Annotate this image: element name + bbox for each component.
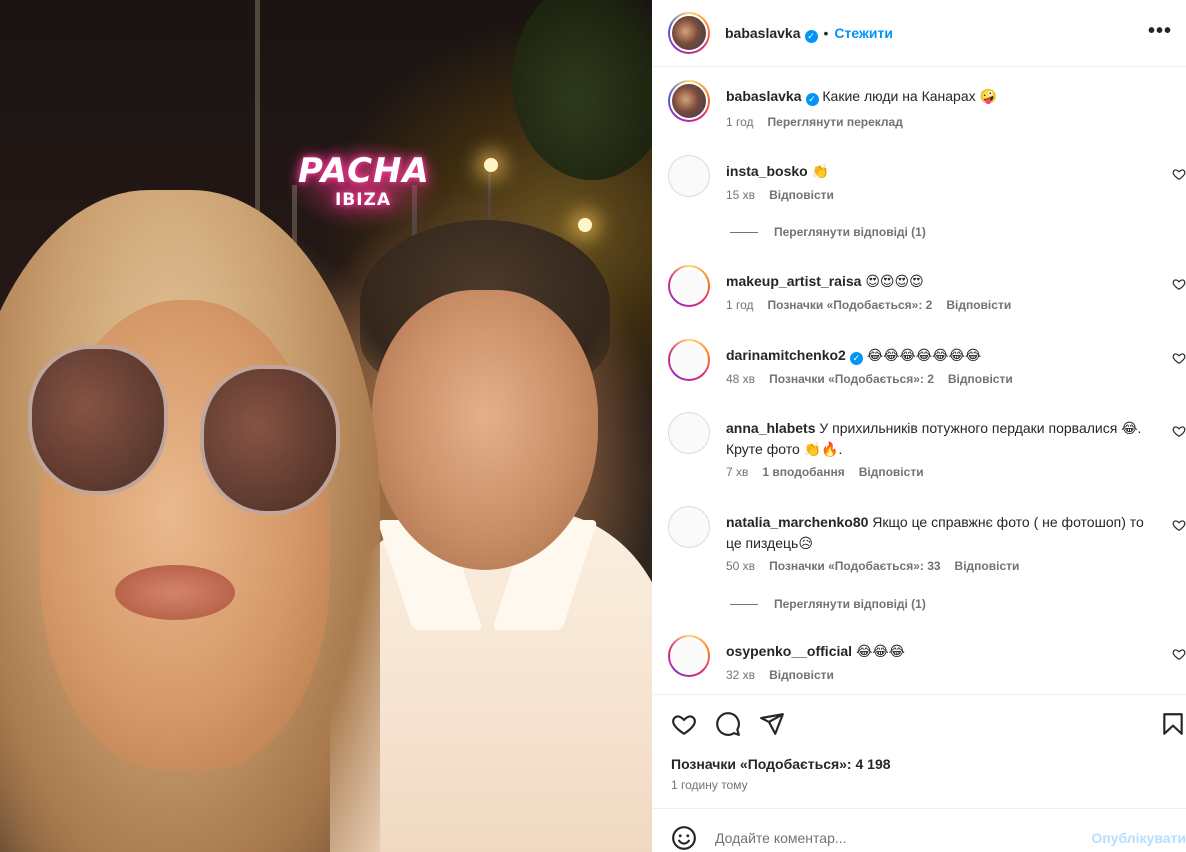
reply-button[interactable]: Відповісти [955,559,1020,573]
separator-dot: • [823,25,829,41]
post-time: 1 годину тому [671,778,748,792]
man-face [372,290,598,570]
like-heart-icon[interactable] [671,711,697,737]
author-username[interactable]: babaslavka [725,25,801,41]
see-translation-link[interactable]: Переглянути переклад [768,115,903,129]
comment-username[interactable]: osypenko__official [726,643,852,659]
comment-username[interactable]: makeup_artist_raisa [726,273,861,289]
comment-meta: 15 хв Відповісти [726,188,848,202]
comment-meta: 48 хв Позначки «Подобається»: 2 Відповісти [726,372,1027,386]
author-line: babaslavka ✓ • Стежити [725,25,893,43]
street-lamp [578,218,592,232]
comment-time: 48 хв [726,372,756,386]
comment-likes-count[interactable]: Позначки «Подобається»: 2 [769,372,934,386]
comment-like-heart-icon[interactable] [1172,518,1186,532]
comment-body: natalia_marchenko80 Якщо це справжнє фот… [726,512,1162,554]
comment-body: makeup_artist_raisa 😍😍😍😍 [726,271,1162,292]
replies-divider [730,232,758,234]
comment-meta: 50 хв Позначки «Подобається»: 33 Відповіст… [726,559,1033,573]
view-replies-button[interactable]: Переглянути відповіді (1) [730,597,926,611]
comment-like-heart-icon[interactable] [1172,424,1186,438]
comment-bubble-icon[interactable] [715,711,741,737]
street-lamp [484,158,498,172]
commenter-avatar[interactable] [668,635,710,677]
comment-meta: 32 хв Відповісти [726,668,848,682]
comment-time: 7 хв [726,465,749,479]
comment-text: 😂😂😂 [855,643,906,659]
comment-time: 15 хв [726,188,756,202]
verified-badge-icon: ✓ [804,30,818,43]
tree-silhouette [512,0,652,180]
verified-badge-icon: ✓ [849,352,863,365]
reply-button[interactable]: Відповісти [859,465,924,479]
save-bookmark-icon[interactable] [1160,711,1186,737]
view-replies-label: Переглянути відповіді (1) [774,597,926,611]
comment-likes-count[interactable]: Позначки «Подобається»: 33 [769,559,940,573]
comment-body: anna_hlabets У прихильників потужного пе… [726,418,1162,460]
comment-text: 😍😍😍😍 [865,273,924,289]
comment-likes-count[interactable]: Позначки «Подобається»: 2 [768,298,933,312]
street-pole [255,0,260,220]
comment-body: insta_bosko 👏 [726,161,1162,182]
caption-time: 1 год [726,115,754,129]
comments-list[interactable]: babaslavka ✓ Какие люди на Канарах 🤪 1 го… [652,68,1186,694]
neon-sign-line2: IBIZA [334,190,392,210]
lamp-pole [488,168,491,223]
comment-likes-count[interactable]: 1 вподобання [762,465,844,479]
commenter-avatar[interactable] [668,506,710,548]
author-avatar[interactable] [668,80,710,122]
view-replies-label: Переглянути відповіді (1) [774,225,926,239]
share-paper-plane-icon[interactable] [759,711,785,737]
woman-lips [115,565,235,620]
post-actions: Позначки «Подобається»: 4 198 1 годину т… [652,694,1186,808]
commenter-avatar[interactable] [668,265,710,307]
commenter-avatar[interactable] [668,412,710,454]
reply-button[interactable]: Відповісти [769,188,834,202]
add-comment-bar: Додайте коментар... Опублікувати [652,808,1186,852]
comment-username[interactable]: natalia_marchenko80 [726,514,868,530]
publish-button[interactable]: Опублікувати [1091,830,1186,846]
caption-body: babaslavka ✓ Какие люди на Канарах 🤪 [726,86,1162,107]
comment-username[interactable]: insta_bosko [726,163,808,179]
comment-meta: 7 хв 1 вподобання Відповісти [726,465,938,479]
comment-like-heart-icon[interactable] [1172,277,1186,291]
comment-text: 😂😂😂😂😂😂😂 [866,347,982,363]
comment-username[interactable]: anna_hlabets [726,420,815,436]
author-avatar[interactable] [668,12,710,54]
comment-like-heart-icon[interactable] [1172,167,1186,181]
sunglasses-lens-right [200,365,340,515]
comment-time: 32 хв [726,668,756,682]
post-photo: PACHA IBIZA [0,0,652,852]
post-header: babaslavka ✓ • Стежити ••• [652,0,1186,67]
verified-badge-icon: ✓ [805,93,819,106]
neon-sign: PACHA IBIZA [298,151,430,210]
comment-time: 50 хв [726,559,756,573]
caption-meta: 1 год Переглянути переклад [726,115,917,129]
neon-sign-line1: PACHA [298,151,430,191]
reply-button[interactable]: Відповісти [946,298,1011,312]
comment-body: darinamitchenko2 ✓ 😂😂😂😂😂😂😂 [726,345,1162,366]
more-options-icon[interactable]: ••• [1148,20,1172,43]
comment-like-heart-icon[interactable] [1172,647,1186,661]
follow-button[interactable]: Стежити [834,25,893,41]
comment-like-heart-icon[interactable] [1172,351,1186,365]
reply-button[interactable]: Відповісти [769,668,834,682]
sunglasses-lens-left [28,345,168,495]
caption-username[interactable]: babaslavka [726,88,802,104]
comment-username[interactable]: darinamitchenko2 [726,347,846,363]
comment-text: 👏 [811,163,830,179]
replies-divider [730,604,758,606]
commenter-avatar[interactable] [668,155,710,197]
comment-input[interactable]: Додайте коментар... [715,830,847,846]
emoji-picker-icon[interactable] [671,825,697,851]
reply-button[interactable]: Відповісти [948,372,1013,386]
comment-time: 1 год [726,298,754,312]
comment-body: osypenko__official 😂😂😂 [726,641,1162,662]
post-likes-count[interactable]: Позначки «Подобається»: 4 198 [671,756,891,772]
caption-text: Какие люди на Канарах 🤪 [822,88,997,104]
commenter-avatar[interactable] [668,339,710,381]
comment-meta: 1 год Позначки «Подобається»: 2 Відповісти [726,298,1025,312]
view-replies-button[interactable]: Переглянути відповіді (1) [730,225,926,239]
post-side-panel: babaslavka ✓ • Стежити ••• babaslavka ✓ Каки… [652,0,1186,852]
